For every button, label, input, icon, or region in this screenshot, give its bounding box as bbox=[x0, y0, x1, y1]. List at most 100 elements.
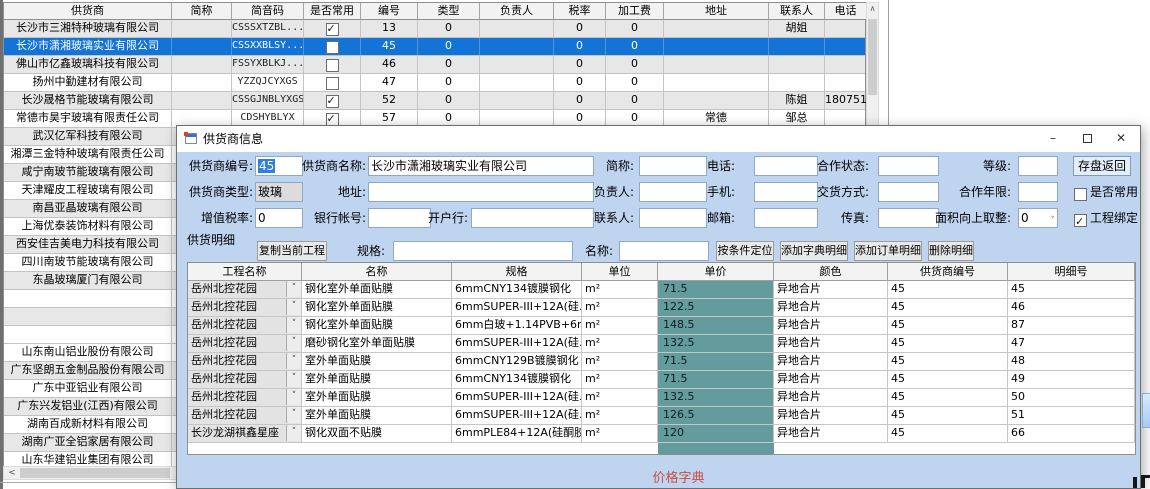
grid-cell[interactable]: 48 bbox=[1008, 353, 1135, 371]
grid-cell[interactable]: 45 bbox=[888, 353, 1008, 371]
delivery-input[interactable] bbox=[878, 182, 939, 202]
grid-cell[interactable]: 室外单面贴膜 bbox=[302, 353, 452, 371]
checkbox-icon[interactable] bbox=[326, 59, 339, 72]
scroll-up-icon[interactable]: ∧ bbox=[867, 3, 878, 17]
project-bind-checkbox[interactable]: 工程绑定 bbox=[1074, 208, 1138, 228]
chevron-down-icon[interactable]: ˅ bbox=[286, 371, 301, 387]
grid-cell[interactable]: 钢化双面不贴膜 bbox=[302, 425, 452, 443]
column-header[interactable]: 简称 bbox=[172, 3, 232, 20]
grid-cell[interactable]: m² bbox=[582, 425, 658, 443]
chevron-down-icon[interactable]: ˅ bbox=[286, 281, 301, 297]
grid-cell[interactable]: m² bbox=[582, 353, 658, 371]
grid-column-header[interactable]: 单位 bbox=[582, 263, 658, 281]
checkbox-icon[interactable] bbox=[1074, 188, 1087, 201]
grid-cell[interactable]: 51 bbox=[1008, 407, 1135, 425]
grid-cell[interactable]: 6mmSUPER-III+12A(硅... bbox=[452, 335, 582, 353]
project-combobox[interactable]: 岳州北控花园˅ bbox=[188, 335, 302, 353]
grid-cell[interactable]: 6mmPLE84+12A(硅酮胶... bbox=[452, 425, 582, 443]
grid-cell[interactable]: 异地合片 bbox=[774, 281, 888, 299]
grid-cell[interactable]: 室外单面贴膜 bbox=[302, 371, 452, 389]
grid-cell[interactable]: 45 bbox=[888, 425, 1008, 443]
checkbox-icon[interactable] bbox=[326, 77, 339, 90]
column-header[interactable]: 税率 bbox=[554, 3, 606, 20]
grid-cell[interactable]: 122.5 bbox=[658, 299, 774, 317]
grid-cell[interactable]: 异地合片 bbox=[774, 389, 888, 407]
table-row[interactable]: 长沙市三湘特种玻璃有限公司CSSSXTZBL...13000胡姐 bbox=[4, 20, 865, 38]
grid-cell[interactable]: 室外单面贴膜 bbox=[302, 389, 452, 407]
project-combobox[interactable]: 岳州北控花园˅ bbox=[188, 389, 302, 407]
scroll-left-icon[interactable]: < bbox=[5, 467, 19, 479]
grid-column-header[interactable]: 规格 bbox=[452, 263, 582, 281]
table-row[interactable]: 扬州中勤建材有限公司YZZQJCYXGS47000 bbox=[4, 74, 865, 92]
column-header[interactable]: 加工费 bbox=[606, 3, 664, 20]
grid-cell[interactable]: 异地合片 bbox=[774, 425, 888, 443]
grid-cell[interactable]: 异地合片 bbox=[774, 371, 888, 389]
column-header[interactable]: 供货商 bbox=[4, 3, 172, 20]
grid-cell[interactable]: 异地合片 bbox=[774, 407, 888, 425]
project-combobox[interactable]: 岳州北控花园˅ bbox=[188, 407, 302, 425]
grid-cell[interactable]: m² bbox=[582, 317, 658, 335]
maximize-button[interactable] bbox=[1070, 126, 1104, 151]
grid-cell[interactable]: 45 bbox=[888, 407, 1008, 425]
project-combobox[interactable]: 岳州北控花园˅ bbox=[188, 371, 302, 389]
grid-cell[interactable]: 46 bbox=[1008, 299, 1135, 317]
grid-cell[interactable]: m² bbox=[582, 389, 658, 407]
spec-filter-input[interactable] bbox=[393, 241, 573, 261]
grid-cell[interactable]: m² bbox=[582, 335, 658, 353]
coop-years-input[interactable] bbox=[1018, 182, 1058, 202]
grid-cell[interactable]: m² bbox=[582, 281, 658, 299]
grid-cell[interactable]: 132.5 bbox=[658, 335, 774, 353]
scrollbar-thumb[interactable] bbox=[20, 468, 170, 478]
chevron-down-icon[interactable]: ˅ bbox=[286, 407, 301, 423]
add-order-detail-button[interactable]: 添加订单明细 bbox=[854, 241, 922, 261]
chevron-down-icon[interactable]: ˅ bbox=[1051, 212, 1056, 228]
table-row[interactable]: 长沙市潇湘玻璃实业有限公司CSSXXBLSY...45000 bbox=[4, 38, 865, 56]
grid-row[interactable]: 长沙龙湖祺鑫星座˅钢化双面不贴膜6mmPLE84+12A(硅酮胶...m²120… bbox=[188, 425, 1135, 443]
grid-cell[interactable]: 71.5 bbox=[658, 281, 774, 299]
grid-cell[interactable]: 6mm白玻+1.14PVB+6mm... bbox=[452, 317, 582, 335]
save-return-button[interactable]: 存盘返回 bbox=[1073, 156, 1131, 176]
grid-cell[interactable]: 异地合片 bbox=[774, 353, 888, 371]
chevron-down-icon[interactable]: ˅ bbox=[286, 299, 301, 315]
grid-row[interactable]: 岳州北控花园˅磨砂钢化室外单面贴膜6mmSUPER-III+12A(硅...m²… bbox=[188, 335, 1135, 353]
grid-cell[interactable]: m² bbox=[582, 371, 658, 389]
delete-detail-button[interactable]: 删除明细 bbox=[928, 241, 974, 261]
grid-row[interactable]: 岳州北控花园˅钢化室外单面贴膜6mm白玻+1.14PVB+6mm...m²148… bbox=[188, 317, 1135, 335]
column-header[interactable]: 电话 bbox=[825, 3, 867, 20]
is-common-checkbox[interactable]: 是否常用 bbox=[1074, 182, 1138, 202]
grid-cell[interactable]: 室外单面贴膜 bbox=[302, 407, 452, 425]
column-header[interactable]: 编号 bbox=[361, 3, 418, 20]
grid-column-header[interactable]: 工程名称 bbox=[188, 263, 302, 281]
grid-cell[interactable]: 71.5 bbox=[658, 371, 774, 389]
grid-cell[interactable]: 异地合片 bbox=[774, 317, 888, 335]
grid-cell[interactable]: 49 bbox=[1008, 371, 1135, 389]
dialog-titlebar[interactable]: 供货商信息 – ✕ bbox=[177, 126, 1140, 152]
grid-cell[interactable]: m² bbox=[582, 407, 658, 425]
project-combobox[interactable]: 岳州北控花园˅ bbox=[188, 299, 302, 317]
grid-cell[interactable]: 6mmSUPER-III+12A(硅... bbox=[452, 389, 582, 407]
grid-column-header[interactable]: 颜色 bbox=[774, 263, 888, 281]
column-header[interactable]: 联系人 bbox=[769, 3, 825, 20]
grid-column-header[interactable]: 明细号 bbox=[1008, 263, 1135, 281]
grid-cell[interactable]: 钢化室外单面贴膜 bbox=[302, 299, 452, 317]
table-row[interactable]: 佛山市亿鑫玻璃科技有限公司FSSYXBLKJ...46000 bbox=[4, 56, 865, 74]
coop-status-input[interactable] bbox=[878, 156, 939, 176]
column-header[interactable]: 地址 bbox=[664, 3, 769, 20]
close-button[interactable]: ✕ bbox=[1104, 126, 1138, 151]
chevron-down-icon[interactable]: ˅ bbox=[286, 317, 301, 333]
grid-cell[interactable]: 47 bbox=[1008, 335, 1135, 353]
address-input[interactable] bbox=[368, 182, 594, 202]
checkbox-checked-icon[interactable] bbox=[326, 95, 339, 108]
grid-column-header[interactable]: 供货商编号 bbox=[888, 263, 1008, 281]
project-combobox[interactable]: 岳州北控花园˅ bbox=[188, 353, 302, 371]
grid-row[interactable]: 岳州北控花园˅室外单面贴膜6mmSUPER-III+12A(硅...m²132.… bbox=[188, 389, 1135, 407]
project-combobox[interactable]: 长沙龙湖祺鑫星座˅ bbox=[188, 425, 302, 443]
copy-current-project-button[interactable]: 复制当前工程 bbox=[257, 241, 327, 261]
project-combobox[interactable]: 岳州北控花园˅ bbox=[188, 281, 302, 299]
chevron-down-icon[interactable]: ˅ bbox=[286, 425, 301, 441]
grid-cell[interactable]: 钢化室外单面贴膜 bbox=[302, 317, 452, 335]
project-combobox[interactable]: 岳州北控花园˅ bbox=[188, 317, 302, 335]
checkbox-icon[interactable] bbox=[326, 41, 339, 54]
grid-cell[interactable]: 50 bbox=[1008, 389, 1135, 407]
grid-cell[interactable]: 126.5 bbox=[658, 407, 774, 425]
